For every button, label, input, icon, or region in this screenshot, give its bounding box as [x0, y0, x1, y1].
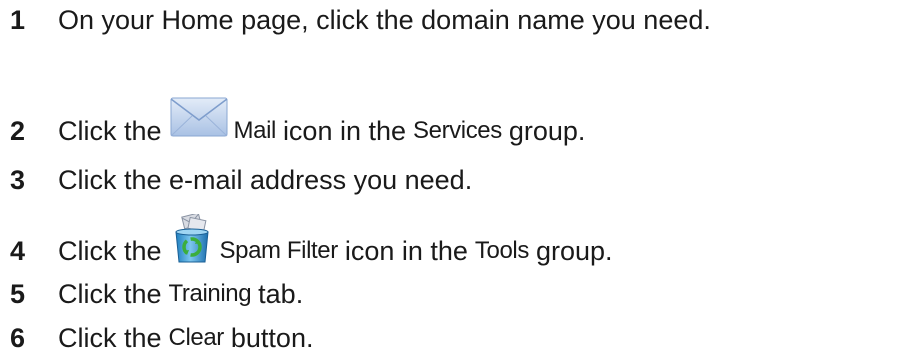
spam-filter-icon	[170, 212, 214, 264]
ui-term-spam-filter: Spam Filter	[219, 237, 339, 264]
step-text-post: icon in the	[344, 236, 468, 266]
step-number: 3	[10, 165, 26, 195]
step-number: 6	[10, 323, 26, 353]
step-5: 5 Click the Training tab.	[10, 278, 303, 310]
step-text-post2: group.	[535, 236, 613, 266]
step-2: 2 Click the Mail icon in the Services gr…	[10, 97, 586, 152]
ui-term-training: Training	[168, 280, 252, 307]
step-text-post: icon in the	[282, 116, 407, 146]
step-text-post2: group.	[508, 116, 586, 146]
step-number: 1	[10, 5, 26, 35]
ui-term-clear: Clear	[168, 324, 225, 351]
step-text: On your Home page, click the domain name…	[58, 5, 711, 35]
step-number: 2	[10, 116, 26, 146]
step-text-pre: Click the	[58, 279, 162, 309]
step-text-post: tab.	[258, 279, 304, 309]
step-text-pre: Click the	[58, 323, 162, 353]
step-text: Click the e-mail address you need.	[58, 165, 473, 195]
step-number: 4	[10, 236, 26, 266]
step-text-post: button.	[230, 323, 314, 353]
step-3: 3 Click the e-mail address you need.	[10, 164, 472, 196]
ui-term-services: Services	[413, 117, 502, 144]
step-number: 5	[10, 279, 26, 309]
mail-icon	[170, 96, 228, 138]
step-text-pre: Click the	[58, 236, 162, 266]
step-1: 1 On your Home page, click the domain na…	[10, 4, 711, 36]
ui-term-tools: Tools	[474, 237, 529, 264]
step-text-pre: Click the	[58, 116, 162, 146]
step-6: 6 Click the Clear button.	[10, 322, 313, 354]
ui-term-mail: Mail	[233, 117, 277, 144]
instruction-steps: 1 On your Home page, click the domain na…	[0, 0, 899, 353]
step-4: 4 Click the Spam Filter icon in the Tool…	[10, 212, 613, 276]
